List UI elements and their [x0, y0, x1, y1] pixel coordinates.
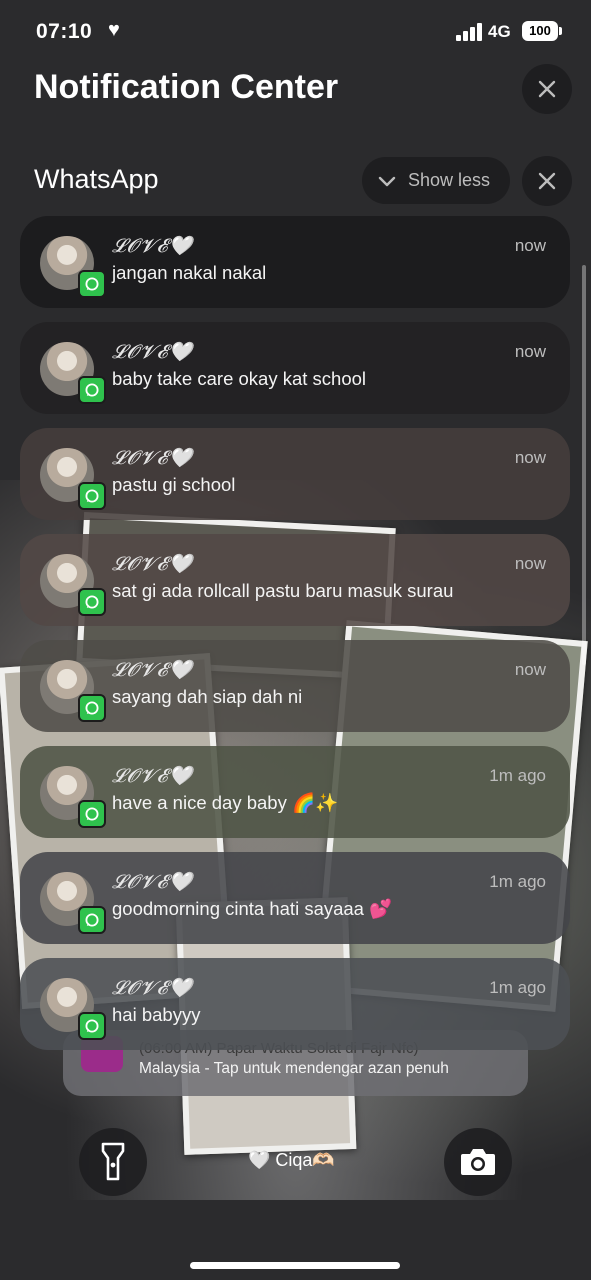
scroll-indicator[interactable]	[582, 265, 586, 665]
clear-group-button[interactable]	[522, 156, 572, 206]
notification-message: baby take care okay kat school	[112, 368, 367, 389]
notification-time: now	[514, 236, 546, 255]
notification-card[interactable]: 𝓛𝓞𝓥𝓔🤍 baby take care okay kat school now	[20, 322, 570, 414]
close-icon	[538, 80, 556, 98]
signal-icon	[456, 23, 484, 41]
notification-message: sat gi ada rollcall pastu baru masuk sur…	[112, 580, 454, 601]
whatsapp-icon	[78, 482, 106, 510]
notification-card[interactable]: 𝓛𝓞𝓥𝓔🤍 goodmorning cinta hati sayaaa 💕 1m a…	[20, 852, 570, 944]
notification-card[interactable]: 𝓛𝓞𝓥𝓔🤍 sayang dah siap dah ni now	[20, 640, 570, 732]
notification-message: sayang dah siap dah ni	[112, 686, 303, 707]
notification-sender: 𝓛𝓞𝓥𝓔🤍	[112, 659, 194, 681]
close-notification-center-button[interactable]	[522, 64, 572, 114]
notification-time: 1m ago	[489, 872, 546, 891]
battery-nub	[559, 27, 562, 35]
show-less-button[interactable]: Show less	[362, 157, 510, 204]
notification-sender: 𝓛𝓞𝓥𝓔🤍	[112, 235, 194, 257]
notification-time: now	[514, 660, 546, 679]
page-title: Notification Center	[34, 68, 339, 106]
stacked-notification-line2: Malaysia - Tap untuk mendengar azan penu…	[139, 1060, 449, 1077]
status-bar: 07:10 ♥ 4G 100	[0, 0, 591, 64]
whatsapp-icon	[78, 376, 106, 404]
notification-sender: 𝓛𝓞𝓥𝓔🤍	[112, 341, 194, 363]
flashlight-icon	[101, 1142, 125, 1181]
notification-message: goodmorning cinta hati sayaaa 💕	[112, 898, 393, 919]
notification-sender: 𝓛𝓞𝓥𝓔🤍	[112, 977, 194, 999]
whatsapp-icon	[78, 800, 106, 828]
home-indicator[interactable]	[190, 1262, 400, 1269]
notification-time: now	[514, 342, 546, 361]
notification-sender: 𝓛𝓞𝓥𝓔🤍	[112, 447, 194, 469]
notification-message: pastu gi school	[112, 474, 236, 495]
whatsapp-icon	[78, 588, 106, 616]
notification-time: 1m ago	[489, 978, 546, 997]
show-less-label: Show less	[408, 170, 491, 190]
lockscreen-owner-label: 🤍 Ciqa🫶🏻	[248, 1150, 335, 1170]
notification-message: jangan nakal nakal	[112, 262, 267, 283]
notification-sender: 𝓛𝓞𝓥𝓔🤍	[112, 553, 194, 575]
whatsapp-icon	[78, 694, 106, 722]
notification-message: have a nice day baby 🌈✨	[112, 792, 339, 813]
notification-card[interactable]: 𝓛𝓞𝓥𝓔🤍 sat gi ada rollcall pastu baru masu…	[20, 534, 570, 626]
battery-icon: 100	[522, 21, 558, 41]
status-time: 07:10	[36, 20, 93, 43]
close-icon	[538, 172, 556, 190]
app-group-title: WhatsApp	[34, 164, 159, 194]
notification-sender: 𝓛𝓞𝓥𝓔🤍	[112, 765, 194, 787]
whatsapp-icon	[78, 270, 106, 298]
notification-time: now	[514, 554, 546, 573]
chevron-down-icon	[378, 176, 396, 186]
notification-card[interactable]: 𝓛𝓞𝓥𝓔🤍 pastu gi school now	[20, 428, 570, 520]
notification-card[interactable]: 𝓛𝓞𝓥𝓔🤍 have a nice day baby 🌈✨ 1m ago	[20, 746, 570, 838]
whatsapp-icon	[78, 1012, 106, 1040]
notification-message: hai babyyy	[112, 1004, 201, 1025]
notification-card[interactable]: 𝓛𝓞𝓥𝓔🤍 jangan nakal nakal now	[20, 216, 570, 308]
notification-time: 1m ago	[489, 766, 546, 785]
notification-sender: 𝓛𝓞𝓥𝓔🤍	[112, 871, 194, 893]
whatsapp-icon	[78, 906, 106, 934]
flashlight-button[interactable]	[79, 1128, 147, 1196]
notification-card[interactable]: 𝓛𝓞𝓥𝓔🤍 hai babyyy 1m ago	[20, 958, 570, 1050]
network-type: 4G	[488, 22, 511, 41]
notification-time: now	[514, 448, 546, 467]
heart-icon: ♥	[108, 19, 120, 41]
camera-button[interactable]	[444, 1128, 512, 1196]
camera-icon	[461, 1149, 495, 1175]
